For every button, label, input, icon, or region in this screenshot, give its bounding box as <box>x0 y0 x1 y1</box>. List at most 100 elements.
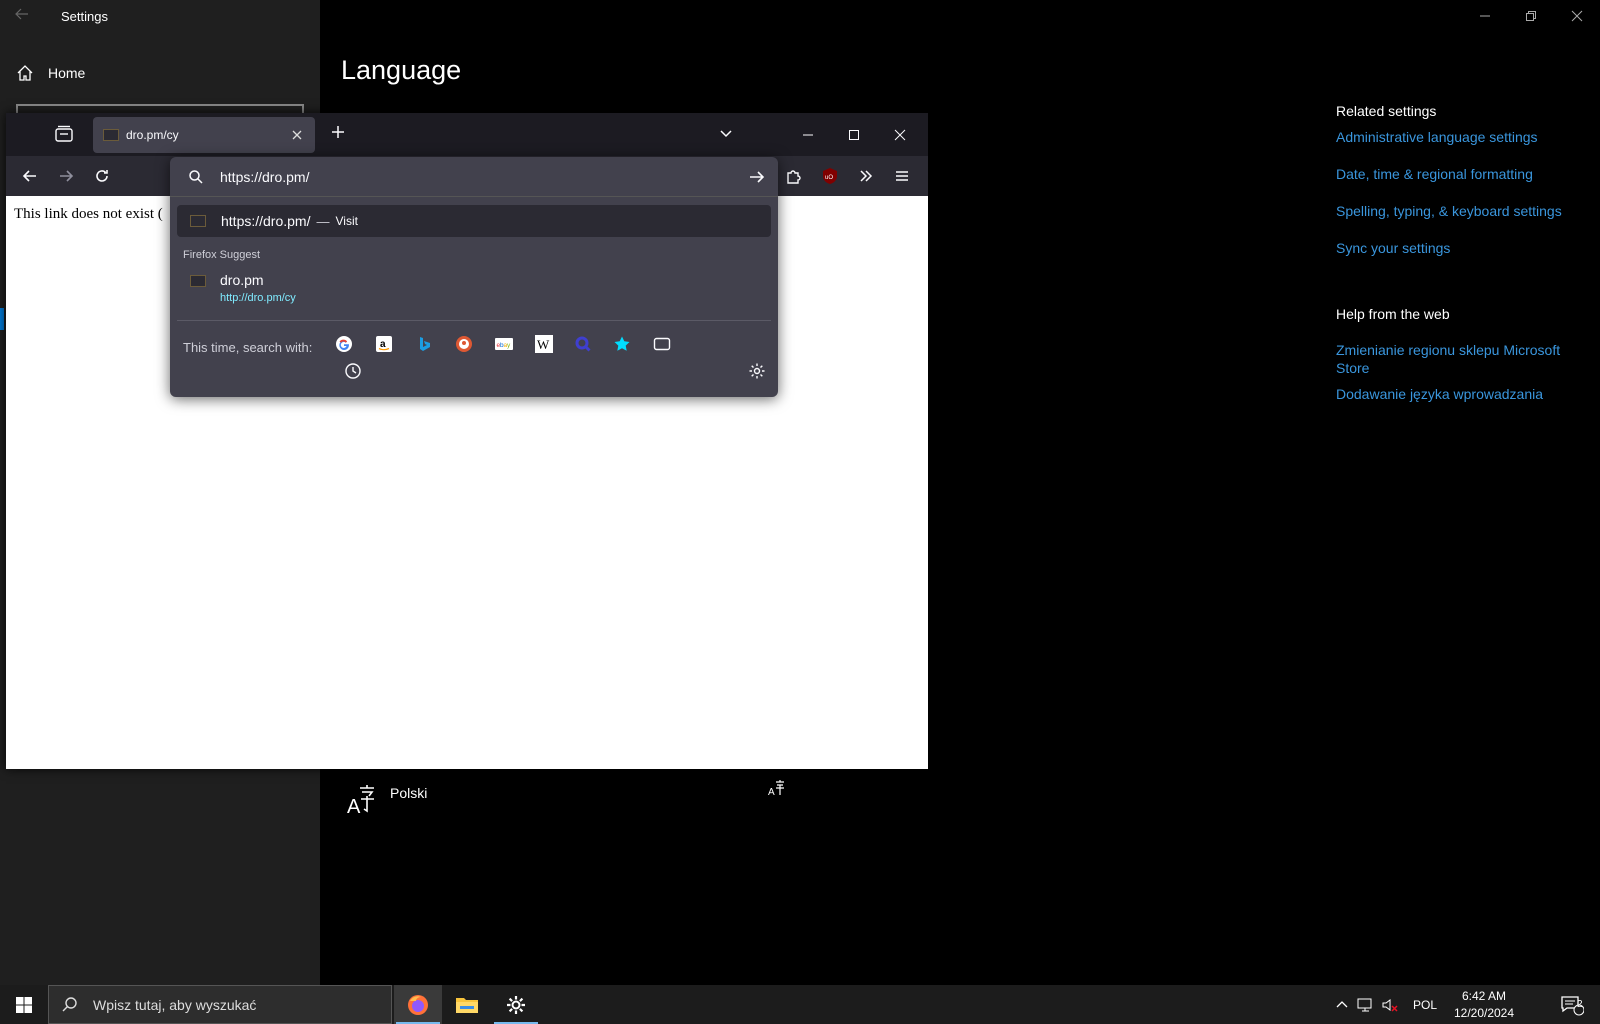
double-chevron-right-icon <box>860 170 873 182</box>
firefox-view-icon <box>55 125 73 142</box>
google-icon[interactable] <box>333 333 355 355</box>
taskbar-settings[interactable] <box>492 985 540 1024</box>
back-arrow-icon[interactable] <box>14 6 34 26</box>
notification-count: 2 <box>1577 999 1583 1010</box>
ublock-origin-icon: uO <box>823 168 837 184</box>
link-date-time-regional[interactable]: Date, time & regional formatting <box>1336 166 1586 182</box>
windows-logo-icon <box>16 996 32 1013</box>
related-settings-heading: Related settings <box>1336 103 1437 119</box>
tab-title: dro.pm/cy <box>126 128 179 142</box>
tray-overflow-button[interactable] <box>1330 985 1354 1024</box>
taskbar-firefox[interactable] <box>394 985 442 1024</box>
url-input[interactable] <box>220 167 720 187</box>
restore-button[interactable] <box>1508 0 1554 32</box>
tab-bar: dro.pm/cy <box>6 113 928 156</box>
input-language-indicator[interactable]: POL <box>1408 985 1442 1024</box>
url-visit-row[interactable]: https://dro.pm/ — Visit <box>177 205 771 237</box>
minimize-button[interactable] <box>1462 0 1508 32</box>
forward-button[interactable] <box>54 164 78 188</box>
site-favicon-icon <box>103 129 119 141</box>
new-tab-button[interactable] <box>326 123 350 147</box>
plus-icon <box>332 126 344 138</box>
volume-muted-icon <box>1382 998 1398 1012</box>
link-spelling-typing-keyboard[interactable]: Spelling, typing, & keyboard settings <box>1336 203 1586 219</box>
system-tray: POL 6:42 AM 12/20/2024 2 <box>1330 985 1600 1024</box>
site-favicon-icon <box>190 275 206 287</box>
link-add-input-language[interactable]: Dodawanie języka wprowadzania <box>1336 386 1586 402</box>
link-store-region[interactable]: Zmienianie regionu sklepu Microsoft Stor… <box>1336 341 1586 377</box>
ff-maximize-button[interactable] <box>842 123 866 147</box>
tab-dro-pm[interactable]: dro.pm/cy <box>93 117 315 153</box>
clock-time: 6:42 AM <box>1461 988 1507 1003</box>
link-administrative-language[interactable]: Administrative language settings <box>1336 129 1586 145</box>
bookmarks-icon[interactable] <box>611 333 633 355</box>
language-features-icon: A <box>768 780 784 797</box>
settings-window-title: Settings <box>61 9 108 24</box>
svg-text:W: W <box>537 337 550 352</box>
amazon-icon[interactable]: a <box>373 333 395 355</box>
svg-text:A: A <box>768 787 775 797</box>
bing-icon[interactable] <box>413 333 435 355</box>
go-arrow-icon[interactable] <box>748 168 766 186</box>
page-body-text: This link does not exist ( <box>14 206 163 222</box>
wikipedia-icon[interactable]: W <box>533 333 555 355</box>
help-heading: Help from the web <box>1336 306 1450 322</box>
tab-close-button[interactable] <box>287 125 307 145</box>
duckduckgo-icon[interactable] <box>453 333 475 355</box>
back-button[interactable] <box>18 164 42 188</box>
link-sync-settings[interactable]: Sync your settings <box>1336 240 1586 256</box>
close-button[interactable] <box>1554 0 1600 32</box>
search-engine-icon[interactable] <box>572 333 594 355</box>
firefox-icon <box>408 994 428 1015</box>
arrow-right-icon <box>60 170 74 182</box>
history-clock-icon[interactable] <box>344 362 362 380</box>
gear-icon <box>507 995 525 1014</box>
language-name: Polski <box>390 785 428 801</box>
taskbar-search-box[interactable]: Wpisz tutaj, aby wyszukać <box>48 985 392 1024</box>
network-icon <box>1357 998 1372 1011</box>
divider <box>177 320 771 321</box>
action-center-button[interactable]: 2 <box>1552 985 1592 1024</box>
reload-icon <box>96 170 108 182</box>
home-icon <box>17 65 33 81</box>
site-favicon-icon <box>190 215 206 227</box>
ublock-button[interactable]: uO <box>818 164 842 188</box>
suggestion-row[interactable]: dro.pm http://dro.pm/cy <box>177 267 771 309</box>
ff-close-button[interactable] <box>888 123 912 147</box>
page-title: Language <box>341 55 462 85</box>
ebay-icon[interactable]: ebay <box>493 333 515 355</box>
visit-action-label: Visit <box>335 214 358 228</box>
sidebar-item-home[interactable]: Home <box>16 62 85 84</box>
search-icon <box>62 996 77 1011</box>
clock[interactable]: 6:42 AM 12/20/2024 <box>1446 985 1522 1024</box>
firefox-suggest-heading: Firefox Suggest <box>183 249 261 261</box>
list-all-tabs-button[interactable] <box>718 125 738 145</box>
visit-url-text: https://dro.pm/ <box>221 213 311 229</box>
gear-icon[interactable] <box>748 362 766 380</box>
volume-button[interactable] <box>1378 985 1402 1024</box>
more-tools-button[interactable] <box>854 164 878 188</box>
urlbar <box>170 157 778 197</box>
sidebar-item-label: Home <box>48 65 86 81</box>
app-menu-button[interactable] <box>890 164 914 188</box>
related-settings-panel: Related settings Administrative language… <box>1336 103 1586 402</box>
ff-minimize-button[interactable] <box>796 123 820 147</box>
visit-separator: — <box>316 213 330 229</box>
start-button[interactable] <box>0 985 48 1024</box>
svg-text:a: a <box>380 339 386 350</box>
svg-text:A: A <box>347 796 361 817</box>
tabs-icon[interactable] <box>651 333 673 355</box>
chevron-down-icon <box>720 130 732 138</box>
puzzle-icon <box>787 170 801 184</box>
extensions-button[interactable] <box>782 164 806 188</box>
firefox-view-button[interactable] <box>53 124 77 144</box>
chevron-up-icon <box>1336 1000 1348 1007</box>
taskbar-file-explorer[interactable] <box>443 985 491 1024</box>
suggestion-title: dro.pm <box>220 272 264 288</box>
sidebar-selection-indicator <box>0 308 4 330</box>
network-button[interactable] <box>1354 985 1378 1024</box>
folder-icon <box>456 997 478 1013</box>
reload-button[interactable] <box>90 164 114 188</box>
svg-text:uO: uO <box>825 175 833 181</box>
search-icon <box>189 170 203 184</box>
